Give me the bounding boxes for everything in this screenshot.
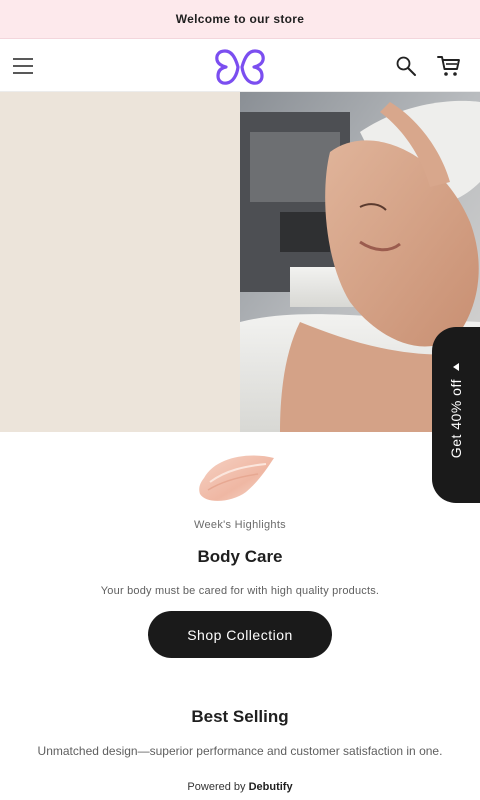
hero-color-panel	[0, 92, 240, 432]
powered-prefix: Powered by	[187, 781, 246, 793]
best-selling-title: Best Selling	[191, 707, 289, 726]
powered-by: Powered by Debutify	[0, 781, 480, 793]
powered-brand-link[interactable]: Debutify	[249, 781, 293, 793]
shop-collection-button[interactable]: Shop Collection	[148, 611, 332, 658]
highlight-subtitle: Your body must be cared for with high qu…	[100, 585, 380, 597]
search-icon[interactable]	[394, 54, 418, 78]
highlight-title: Body Care	[197, 547, 283, 566]
cream-swatch-image	[199, 455, 274, 501]
shopping-cart-icon[interactable]	[436, 53, 462, 79]
announcement-bar: Welcome to our store	[0, 0, 480, 39]
best-selling-description: Unmatched design—superior performance an…	[37, 744, 443, 758]
discount-promo-tab[interactable]: Get 40% off	[432, 327, 480, 503]
hero-banner	[0, 92, 480, 432]
promo-tab-label: Get 40% off	[448, 379, 464, 459]
announcement-text: Welcome to our store	[175, 12, 305, 26]
site-header	[0, 39, 480, 92]
hamburger-menu-icon[interactable]	[12, 55, 34, 77]
butterfly-logo-icon[interactable]	[213, 48, 267, 86]
caret-left-icon	[453, 363, 459, 371]
highlight-eyebrow: Week's Highlights	[194, 519, 286, 531]
